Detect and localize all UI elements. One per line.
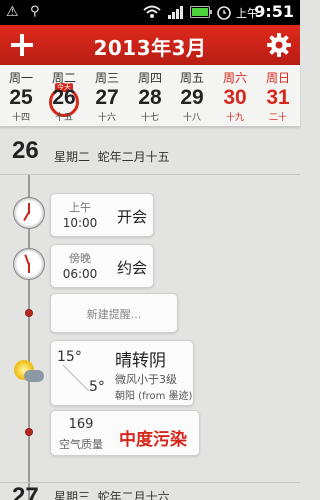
weekday-label: 周四 <box>137 71 162 85</box>
day-cell-mon[interactable]: 周一 25 十四 <box>0 65 42 127</box>
weekday-label: 周五 <box>179 71 204 85</box>
day-subtitle: 星期二 蛇年二月十五 <box>54 150 170 164</box>
divider <box>0 174 300 175</box>
wifi-icon <box>143 5 161 18</box>
day-cell-sat[interactable]: 周六 30 十九 <box>214 65 256 127</box>
calendar-header: 2013年3月 <box>0 25 300 65</box>
lunar-date: 十七 <box>140 113 159 123</box>
date-number: 31 <box>266 86 290 109</box>
date-number: 27 <box>95 86 119 109</box>
day-cell-sun[interactable]: 周日 31 二十 <box>257 65 299 127</box>
day-subtitle: 星期三 蛇年二月十六 <box>54 490 170 500</box>
weather-card[interactable]: 15° 5° 晴转阴 微风小于3级 朝阳 (from 墨迹) <box>50 340 194 406</box>
next-day-header: 27 星期三 蛇年二月十六 <box>0 482 300 500</box>
date-number: 30 <box>223 86 247 109</box>
aqi-label: 空气质量 <box>59 438 103 451</box>
lunar-date: 十九 <box>225 113 244 123</box>
event-title: 开会 <box>117 208 148 226</box>
event-title: 约会 <box>117 259 148 277</box>
event-time: 06:00 <box>62 267 98 281</box>
weekday-label: 周三 <box>94 71 119 85</box>
weather-condition: 晴转阴 <box>115 351 166 371</box>
clock-icon <box>13 197 45 229</box>
event-period: 上午 <box>69 201 91 214</box>
date-number: 26 <box>52 86 76 109</box>
status-bar: ⚠ ⚲ 上午 9:51 <box>0 0 300 25</box>
weather-source: 朝阳 (from 墨迹) <box>115 391 193 402</box>
lunar-date: 十六 <box>97 113 116 123</box>
usb-icon: ⚲ <box>30 4 40 19</box>
day-number: 26 <box>12 137 39 164</box>
lunar-date: 十五 <box>54 113 73 123</box>
warning-icon: ⚠ <box>6 4 19 20</box>
event-card[interactable]: 上午 10:00 开会 <box>50 193 154 237</box>
event-card[interactable]: 傍晚 06:00 约会 <box>50 244 154 288</box>
day-cell-thu[interactable]: 周四 28 十七 <box>129 65 171 127</box>
lunar-date: 十八 <box>182 113 201 123</box>
event-time: 10:00 <box>62 216 98 230</box>
day-header: 26 星期二 蛇年二月十五 <box>0 127 300 175</box>
date-number: 29 <box>180 86 204 109</box>
lunar-date: 二十 <box>268 113 287 123</box>
month-title[interactable]: 2013年3月 <box>0 32 300 61</box>
partly-sunny-icon <box>12 358 46 388</box>
lunar-date: 十四 <box>11 113 30 123</box>
weather-wind: 微风小于3级 <box>115 373 177 386</box>
day-number: 27 <box>12 483 39 500</box>
day-cell-tue[interactable]: 周二 今天 26 十五 <box>43 65 85 127</box>
timeline-dot <box>25 309 33 317</box>
battery-icon <box>190 6 212 18</box>
gear-icon[interactable] <box>266 32 292 58</box>
weekday-label: 周一 <box>8 71 33 85</box>
date-number: 25 <box>9 86 33 109</box>
day-cell-wed[interactable]: 周三 27 十六 <box>86 65 128 127</box>
event-period: 傍晚 <box>69 252 91 265</box>
weekday-label: 周六 <box>222 71 247 85</box>
weekday-label: 周日 <box>265 71 290 85</box>
aqi-value: 169 <box>68 417 94 432</box>
alarm-icon <box>217 6 231 20</box>
clock-icon <box>13 248 45 280</box>
new-reminder-button[interactable]: 新建提醒... <box>50 293 178 333</box>
air-quality-card[interactable]: 169 空气质量 中度污染 <box>50 410 200 456</box>
signal-icon <box>168 5 186 19</box>
day-cell-fri[interactable]: 周五 29 十八 <box>171 65 213 127</box>
aqi-level: 中度污染 <box>119 430 187 450</box>
new-reminder-placeholder: 新建提醒... <box>86 308 142 321</box>
date-number: 28 <box>138 86 162 109</box>
week-strip: 周一 25 十四 周二 今天 26 十五 周三 27 十六 周四 28 十七 周… <box>0 65 300 127</box>
temp-low: 5° <box>89 379 105 395</box>
timeline-dot <box>25 428 33 436</box>
status-time: 9:51 <box>254 2 294 21</box>
